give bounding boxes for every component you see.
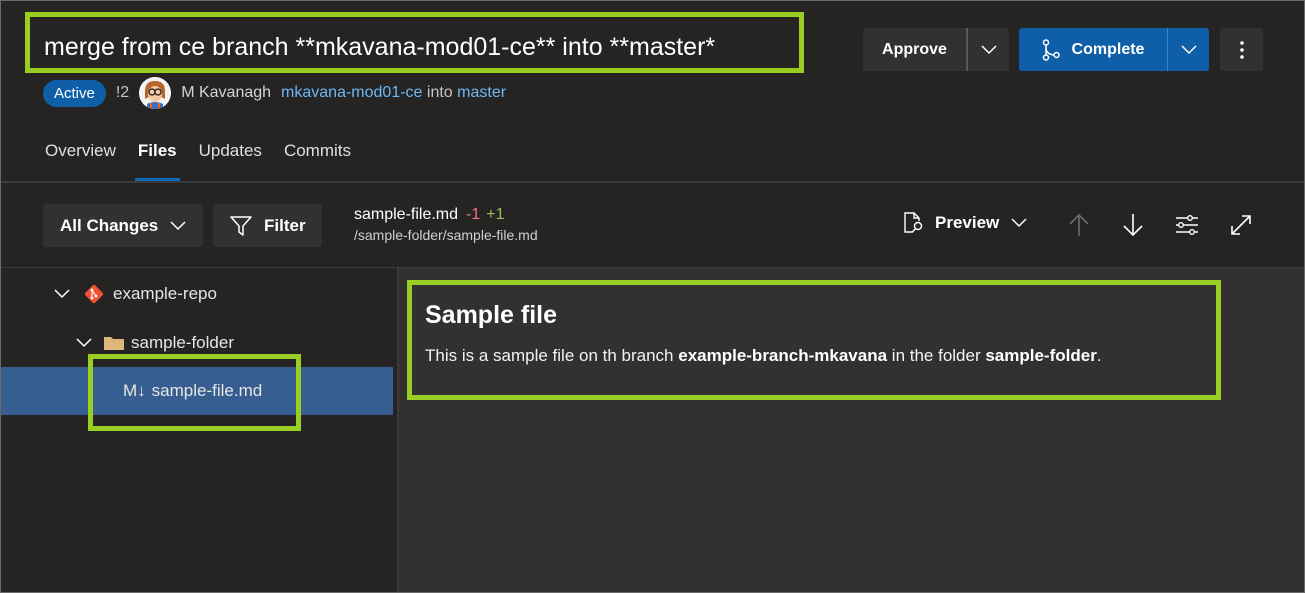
arrow-up-icon <box>1069 213 1089 236</box>
current-file-path: /sample-folder/sample-file.md <box>354 227 538 243</box>
view-settings-button[interactable] <box>1174 212 1200 238</box>
settings-sliders-icon <box>1176 215 1198 235</box>
tree-item-label: example-repo <box>113 284 217 303</box>
filter-button[interactable]: Filter <box>213 204 322 247</box>
tab-updates[interactable]: Updates <box>199 141 262 181</box>
file-tree: example-repo sample-folder M↓ sample-fil… <box>1 268 393 592</box>
tab-files[interactable]: Files <box>134 141 180 181</box>
status-badge: Active <box>43 79 106 107</box>
approve-button[interactable]: Approve <box>863 28 966 71</box>
arrow-down-icon <box>1123 214 1143 237</box>
file-preview-icon <box>904 212 923 233</box>
tree-item-label: sample-folder <box>131 333 234 352</box>
avatar[interactable] <box>139 77 172 109</box>
pr-meta: Active !2 M Kavanagh mkavana-mod01-ce in… <box>43 77 506 109</box>
pr-title: merge from ce branch **mkavana-mod01-ce*… <box>44 33 716 61</box>
bold-branch-text: example-branch-mkavana <box>678 346 888 365</box>
filter-label: Filter <box>264 215 306 235</box>
paragraph-text: in the folder <box>887 346 986 365</box>
avatar-image-icon <box>139 77 172 109</box>
approve-dropdown-button[interactable] <box>968 28 1009 71</box>
markdown-heading: Sample file <box>425 301 557 329</box>
tree-chevron[interactable] <box>53 289 71 299</box>
paragraph-text: . <box>1096 346 1102 365</box>
complete-label: Complete <box>1071 40 1145 58</box>
branch-info: mkavana-mod01-ce into master <box>281 84 506 102</box>
tree-item-label: sample-file.md <box>151 381 263 400</box>
filter-icon <box>230 215 252 236</box>
source-branch-link[interactable]: mkavana-mod01-ce <box>281 84 422 101</box>
complete-dropdown-button[interactable] <box>1168 28 1209 71</box>
tab-commits[interactable]: Commits <box>284 141 351 181</box>
bold-folder-text: sample-folder <box>985 346 1097 365</box>
more-actions-button[interactable] <box>1220 28 1263 71</box>
chevron-down-icon <box>980 44 997 54</box>
fullscreen-button[interactable] <box>1228 212 1254 238</box>
preview-label: Preview <box>935 213 1000 232</box>
pr-id: !2 <box>115 84 130 101</box>
all-changes-dropdown[interactable]: All Changes <box>43 204 203 247</box>
chevron-down-icon <box>170 220 186 230</box>
chevron-down-icon <box>54 289 70 299</box>
into-label: into <box>426 84 453 101</box>
tree-item-folder[interactable]: sample-folder <box>1 319 393 367</box>
git-repo-icon <box>84 284 104 304</box>
tab-overview[interactable]: Overview <box>45 141 116 181</box>
chevron-down-icon <box>76 338 92 348</box>
target-branch-link[interactable]: master <box>457 84 506 101</box>
folder-icon <box>104 337 124 350</box>
tree-item-file[interactable]: M↓ sample-file.md <box>1 367 393 415</box>
previous-file-button[interactable] <box>1066 212 1092 238</box>
markdown-file-icon: M↓ <box>123 381 146 400</box>
additions-count: +1 <box>486 206 505 223</box>
author-name[interactable]: M Kavanagh <box>181 84 271 102</box>
tabs-divider <box>1 181 1304 183</box>
pull-request-icon <box>1042 38 1060 61</box>
current-file-info: sample-file.md -1 +1 /sample-folder/sample… <box>354 206 538 243</box>
preview-dropdown[interactable]: Preview <box>903 211 1027 235</box>
deletions-count: -1 <box>466 206 481 223</box>
chevron-down-icon <box>1011 218 1027 228</box>
markdown-paragraph: This is a sample file on th branch examp… <box>425 346 1102 366</box>
chevron-down-icon <box>1180 44 1197 54</box>
paragraph-text: This is a sample file on th branch <box>425 346 679 365</box>
complete-button[interactable]: Complete <box>1019 28 1167 71</box>
all-changes-label: All Changes <box>60 215 159 235</box>
approve-label: Approve <box>882 40 947 58</box>
expand-icon <box>1231 215 1251 235</box>
current-file-name: sample-file.md <box>354 206 459 223</box>
tree-item-repo[interactable]: example-repo <box>1 270 393 318</box>
current-file-header: sample-file.md -1 +1 <box>354 206 538 224</box>
tree-chevron[interactable] <box>75 338 93 348</box>
next-file-button[interactable] <box>1120 212 1146 238</box>
pr-tabs: Overview Files Updates Commits <box>45 141 373 181</box>
more-vertical-icon <box>1239 40 1244 59</box>
